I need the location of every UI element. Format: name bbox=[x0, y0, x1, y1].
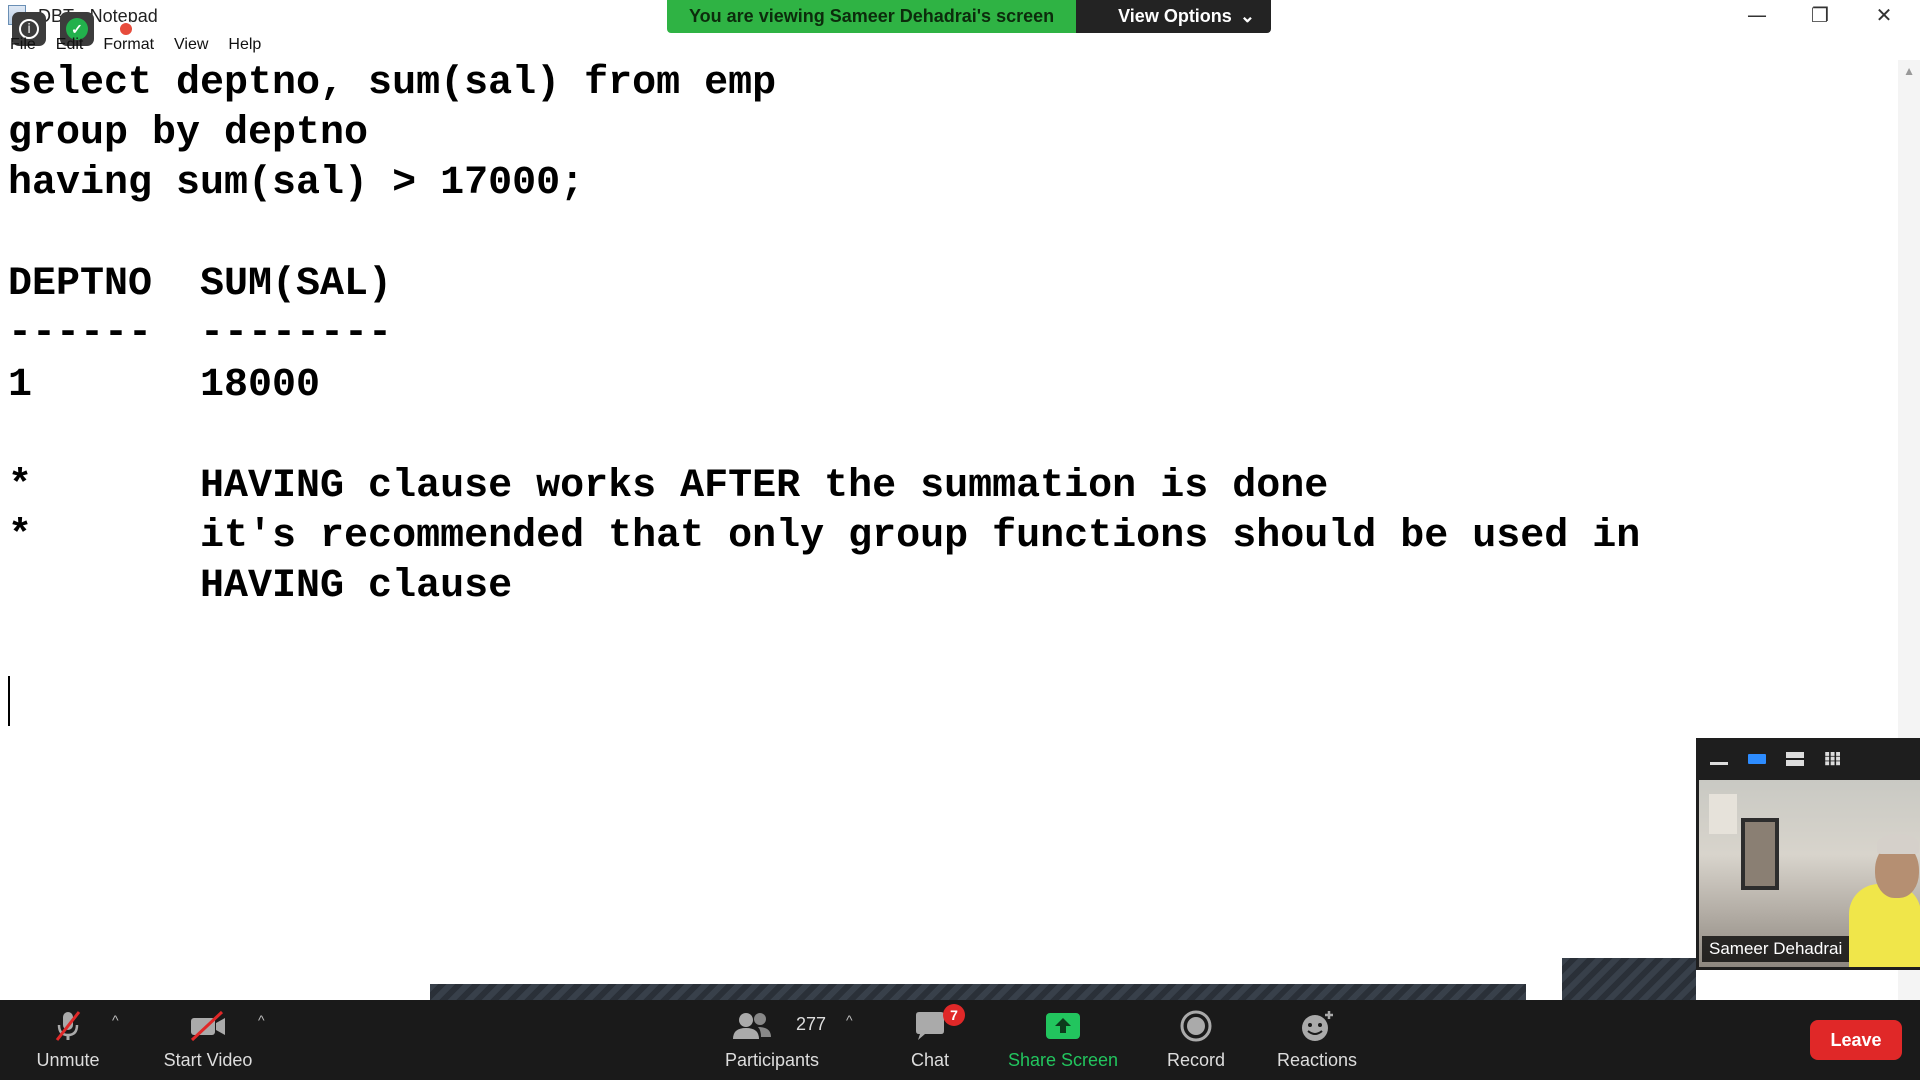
participants-options-caret-icon[interactable]: ^ bbox=[846, 1012, 853, 1028]
result-header: DEPTNO SUM(SAL) bbox=[8, 262, 393, 307]
start-video-label: Start Video bbox=[163, 1050, 253, 1070]
participants-button[interactable]: Participants bbox=[712, 1000, 832, 1080]
background-lamp bbox=[1709, 794, 1737, 834]
menu-format[interactable]: Format bbox=[93, 34, 164, 58]
video-off-icon bbox=[190, 1010, 225, 1042]
share-edge-bar bbox=[430, 984, 1526, 1000]
chat-unread-badge: 7 bbox=[943, 1004, 965, 1026]
participant-hair bbox=[1877, 834, 1919, 854]
editor-line-3: having sum(sal) > 17000; bbox=[8, 161, 585, 206]
viewing-screen-label: You are viewing Sameer Dehadrai's screen bbox=[667, 0, 1077, 33]
muted-microphone-icon bbox=[55, 1011, 81, 1041]
scroll-up-icon[interactable]: ▲ bbox=[1903, 64, 1915, 78]
share-screen-button[interactable]: Share Screen bbox=[1002, 1000, 1124, 1080]
leave-meeting-button[interactable]: Leave bbox=[1810, 1020, 1902, 1060]
reactions-label: Reactions bbox=[1276, 1050, 1358, 1070]
unmute-label: Unmute bbox=[36, 1050, 100, 1070]
chat-label: Chat bbox=[910, 1050, 950, 1070]
menu-view[interactable]: View bbox=[164, 34, 218, 58]
reactions-icon bbox=[1302, 1011, 1333, 1041]
share-edge-bar-right bbox=[1562, 958, 1696, 1000]
share-screen-label: Share Screen bbox=[1007, 1050, 1119, 1070]
screen-share-banner: You are viewing Sameer Dehadrai's screen… bbox=[667, 0, 1271, 33]
record-label: Record bbox=[1166, 1050, 1226, 1070]
editor-line-1: select deptno, sum(sal) from emp bbox=[8, 61, 777, 106]
notepad-text-area[interactable]: select deptno, sum(sal) from emp group b… bbox=[0, 60, 1898, 1000]
video-thumbnail-panel[interactable]: Sameer Dehadrai bbox=[1696, 738, 1920, 970]
reactions-button[interactable]: Reactions bbox=[1272, 1000, 1362, 1080]
chat-bubble-icon bbox=[916, 1012, 944, 1040]
view-options-label: View Options bbox=[1118, 6, 1232, 26]
view-options-button[interactable]: View Options ⌄ bbox=[1076, 0, 1271, 33]
participant-name-label: Sameer Dehadrai bbox=[1702, 936, 1850, 962]
menu-help[interactable]: Help bbox=[218, 34, 271, 58]
result-separator: ------ -------- bbox=[8, 311, 393, 356]
note-line-1: * HAVING clause works AFTER the summatio… bbox=[8, 464, 1329, 509]
result-row: 1 18000 bbox=[8, 363, 321, 408]
participants-icon bbox=[733, 1013, 771, 1039]
restore-button[interactable]: ❐ bbox=[1790, 0, 1850, 30]
menu-edit[interactable]: Edit bbox=[46, 34, 94, 58]
stacked-view-icon[interactable] bbox=[1784, 752, 1806, 766]
chat-button[interactable]: 7 Chat bbox=[900, 1000, 965, 1080]
window-title: DBT - Notepad bbox=[38, 6, 158, 26]
close-button[interactable]: ✕ bbox=[1854, 0, 1914, 30]
audio-options-caret-icon[interactable]: ^ bbox=[112, 1012, 119, 1028]
share-screen-icon bbox=[1046, 1013, 1080, 1039]
meeting-toolbar: Unmute ^ Start Video ^ Participants 277 … bbox=[0, 1000, 1920, 1080]
note-line-3: HAVING clause bbox=[8, 564, 513, 609]
video-panel-header bbox=[1696, 738, 1920, 780]
start-video-button[interactable]: Start Video bbox=[152, 1000, 264, 1080]
video-options-caret-icon[interactable]: ^ bbox=[258, 1012, 265, 1028]
minimize-button[interactable]: — bbox=[1727, 0, 1787, 30]
menu-file[interactable]: File bbox=[0, 34, 46, 58]
notepad-menu-bar: File Edit Format View Help bbox=[0, 34, 271, 58]
record-button[interactable]: Record bbox=[1158, 1000, 1234, 1080]
text-caret bbox=[8, 676, 10, 726]
grid-view-icon[interactable] bbox=[1822, 752, 1844, 766]
participant-figure bbox=[1849, 884, 1920, 967]
background-picture-frame bbox=[1741, 818, 1779, 890]
note-line-2: * it's recommended that only group funct… bbox=[8, 514, 1641, 559]
participants-label: Participants bbox=[724, 1050, 820, 1070]
single-view-icon[interactable] bbox=[1746, 752, 1768, 766]
record-icon bbox=[1180, 1010, 1212, 1042]
participant-video-feed: Sameer Dehadrai bbox=[1699, 780, 1920, 967]
unmute-button[interactable]: Unmute bbox=[22, 1000, 114, 1080]
minimize-video-icon[interactable] bbox=[1708, 752, 1730, 766]
editor-line-2: group by deptno bbox=[8, 111, 369, 156]
chevron-down-icon: ⌄ bbox=[1239, 6, 1255, 26]
participants-count: 277 bbox=[796, 1014, 827, 1034]
